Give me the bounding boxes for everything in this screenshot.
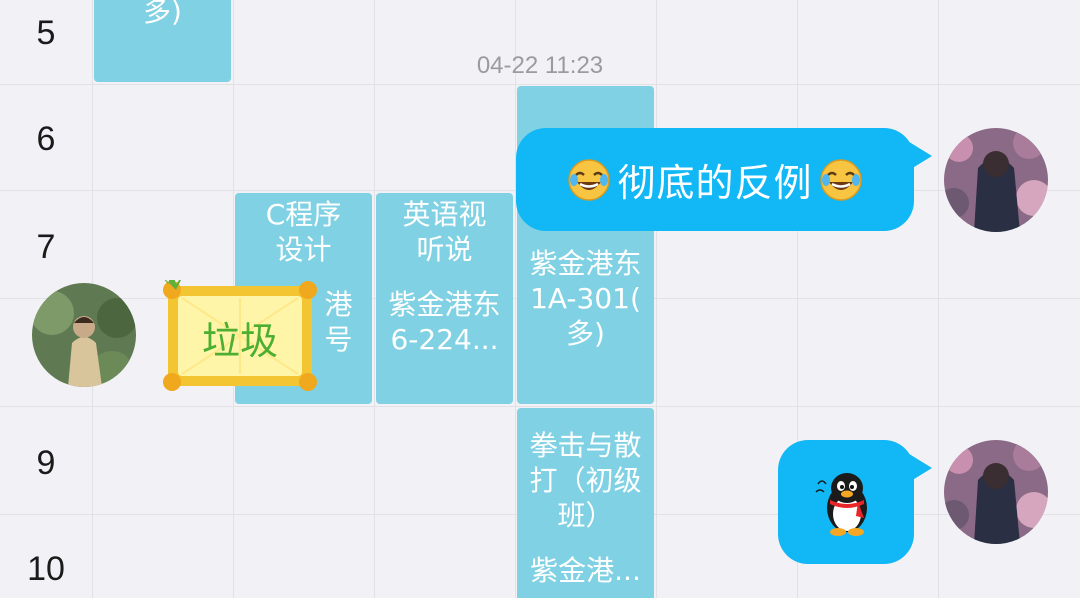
user-avatar-image	[944, 128, 1048, 232]
row-number: 6	[36, 120, 56, 158]
trash-sticker[interactable]: 垃圾	[162, 280, 318, 392]
message-bubble-outgoing[interactable]	[778, 440, 914, 564]
avatar[interactable]	[944, 128, 1048, 232]
course-line: 紫金港...	[530, 554, 641, 587]
message-timestamp: 04-22 11:23	[476, 52, 604, 79]
bubble-tail	[906, 140, 932, 172]
user-avatar-image	[944, 440, 1048, 544]
course-block[interactable]: 英语视 听说 紫金港东 6-224...	[376, 193, 513, 404]
course-line: 多)	[143, 0, 182, 28]
course-line: 班）	[557, 499, 614, 532]
row-number: 9	[36, 444, 56, 482]
course-line: 紫金港东	[529, 247, 642, 280]
message-text: 垃圾	[201, 319, 278, 363]
course-line: 英语视	[402, 198, 487, 231]
chat-screen: 5 6 7 9 10 多) C程序 设计 港 号 英语视 听说 紫金港东 6-2…	[0, 0, 1080, 598]
course-line: 紫金港东	[388, 288, 501, 321]
row-number: 10	[27, 550, 65, 588]
course-line: 1A-301(	[530, 282, 641, 315]
course-block[interactable]: 拳击与散 打（初级 班） 紫金港...	[517, 408, 654, 598]
course-line: C程序	[265, 198, 342, 231]
course-line: 设计	[275, 233, 332, 266]
avatar[interactable]	[944, 440, 1048, 544]
user-avatar-image	[32, 283, 136, 387]
message-text: 彻底的反例	[617, 161, 813, 205]
qq-penguin-icon	[815, 473, 867, 536]
message-bubble-outgoing[interactable]: 彻底的反例	[516, 128, 914, 231]
course-block[interactable]: 多)	[94, 0, 231, 82]
bubble-tail	[906, 452, 932, 484]
row-number: 5	[36, 14, 56, 52]
course-line: 打（初级	[529, 464, 642, 497]
joy-emoji-icon	[568, 158, 611, 201]
course-line: 6-224...	[390, 323, 499, 356]
avatar[interactable]	[32, 283, 136, 387]
course-line: 听说	[416, 233, 473, 266]
row-number: 7	[36, 228, 56, 266]
course-line: 多)	[566, 317, 605, 350]
joy-emoji-icon	[819, 158, 862, 201]
course-line: 拳击与散	[529, 429, 642, 462]
